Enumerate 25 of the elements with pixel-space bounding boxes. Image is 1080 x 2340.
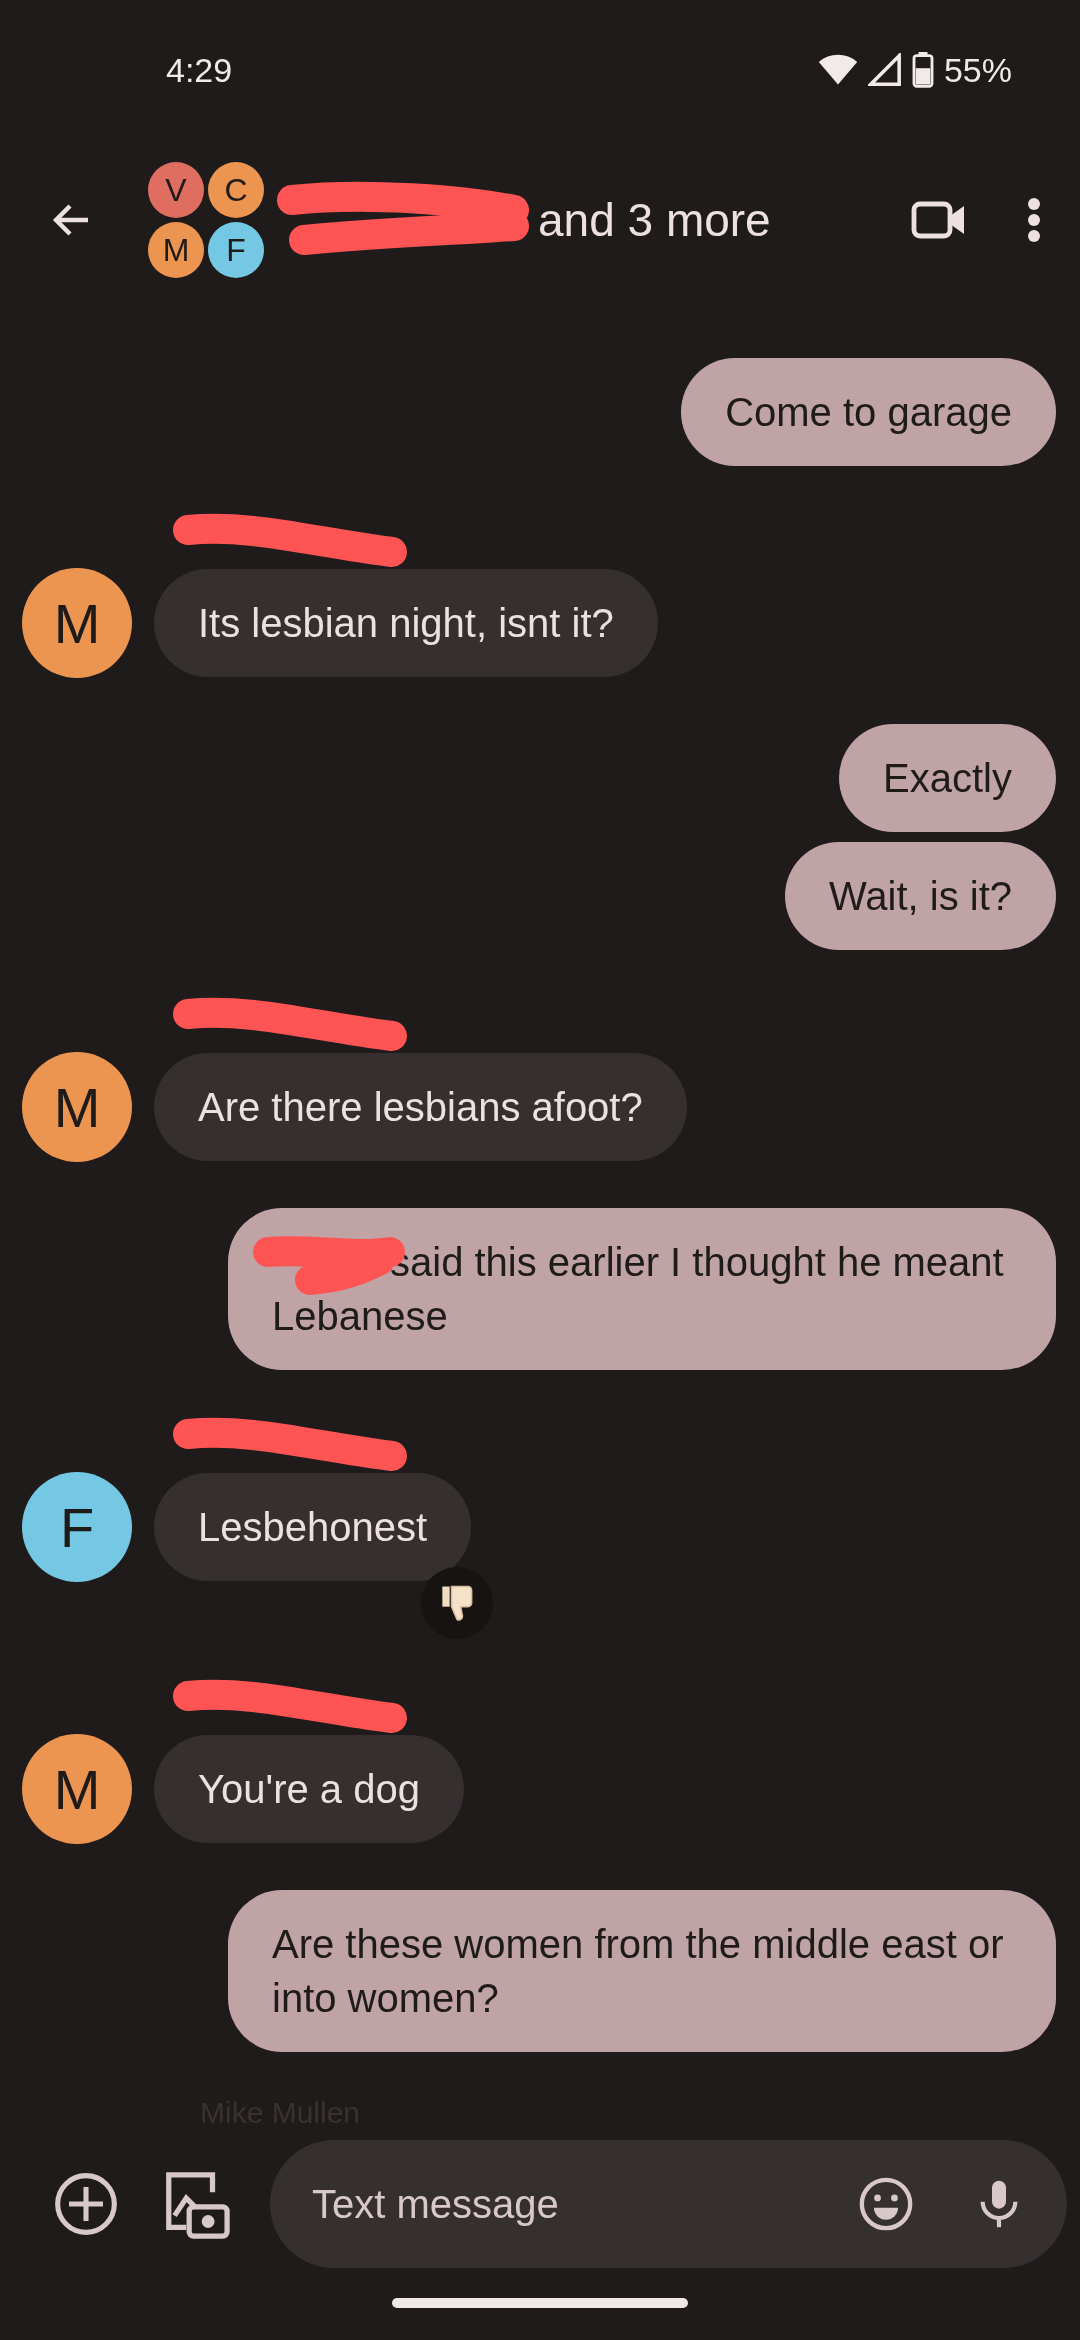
sent-message[interactable]: Are these women from the middle east or into women? [228,1890,1056,2052]
message-input-field[interactable]: Text message [310,2180,829,2228]
avatar[interactable]: F [22,1472,132,1582]
status-time: 4:29 [166,50,234,90]
received-message[interactable]: Are there lesbians afoot? [154,1053,687,1161]
signal-icon [867,53,902,87]
battery-level: 55% [943,50,1012,90]
sent-message[interactable]: Wait, is it? [785,842,1056,950]
avatar: V [148,162,204,218]
avatar: F [208,222,264,278]
conversation-title[interactable]: and 3 more [538,193,771,247]
avatar[interactable]: M [22,568,132,678]
sent-message[interactable]: Come to garage [681,358,1056,466]
received-message[interactable]: Lesbehonest [154,1473,472,1581]
avatar[interactable]: M [22,1052,132,1162]
emoji-icon[interactable] [857,2175,915,2233]
more-vertical-icon[interactable] [1026,196,1042,244]
battery-icon [911,52,934,88]
avatar[interactable]: M [22,1734,132,1844]
wifi-icon [817,54,858,86]
sent-message[interactable]: Exactly [839,724,1056,832]
received-message[interactable]: You're a dog [154,1735,464,1843]
avatar: C [208,162,264,218]
avatar: M [148,222,204,278]
received-message[interactable]: Its lesbian night, isnt it? [154,569,658,677]
